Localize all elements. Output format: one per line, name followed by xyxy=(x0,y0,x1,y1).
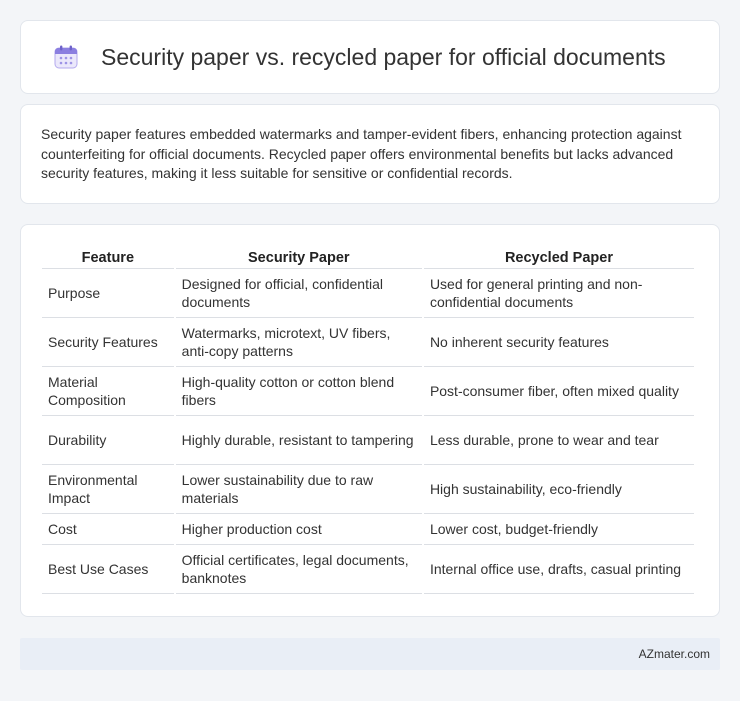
row-recycled-value: Lower cost, budget-friendly xyxy=(423,514,694,545)
row-security-value: Designed for official, confidential docu… xyxy=(175,269,422,318)
table-row: Cost Higher production cost Lower cost, … xyxy=(42,514,694,545)
row-security-value: Higher production cost xyxy=(175,514,422,545)
header-recycled-paper: Recycled Paper xyxy=(423,245,694,269)
table-header-row: Feature Security Paper Recycled Paper xyxy=(42,245,694,269)
row-recycled-value: High sustainability, eco-friendly xyxy=(423,465,694,514)
footer-brand: AZmater.com xyxy=(638,647,710,661)
table-row: Purpose Designed for official, confident… xyxy=(42,269,694,318)
row-recycled-value: No inherent security features xyxy=(423,318,694,367)
calendar-icon xyxy=(53,44,79,70)
row-security-value: Watermarks, microtext, UV fibers, anti-c… xyxy=(175,318,422,367)
page-title: Security paper vs. recycled paper for of… xyxy=(101,43,666,70)
summary-card: Security paper features embedded waterma… xyxy=(20,104,720,204)
footer: AZmater.com xyxy=(20,638,720,670)
row-recycled-value: Used for general printing and non-confid… xyxy=(423,269,694,318)
row-security-value: Highly durable, resistant to tampering xyxy=(175,416,422,465)
row-recycled-value: Less durable, prone to wear and tear xyxy=(423,416,694,465)
header-feature: Feature xyxy=(42,245,174,269)
comparison-table-card: Feature Security Paper Recycled Paper Pu… xyxy=(20,224,720,617)
row-feature: Material Composition xyxy=(42,367,174,416)
row-recycled-value: Internal office use, drafts, casual prin… xyxy=(423,545,694,594)
row-feature: Security Features xyxy=(42,318,174,367)
row-recycled-value: Post-consumer fiber, often mixed quality xyxy=(423,367,694,416)
row-feature: Cost xyxy=(42,514,174,545)
row-feature: Purpose xyxy=(42,269,174,318)
comparison-table: Feature Security Paper Recycled Paper Pu… xyxy=(40,245,696,594)
row-security-value: Lower sustainability due to raw material… xyxy=(175,465,422,514)
row-security-value: Official certificates, legal documents, … xyxy=(175,545,422,594)
header-security-paper: Security Paper xyxy=(175,245,422,269)
table-row: Environmental Impact Lower sustainabilit… xyxy=(42,465,694,514)
table-row: Durability Highly durable, resistant to … xyxy=(42,416,694,465)
row-feature: Environmental Impact xyxy=(42,465,174,514)
summary-text: Security paper features embedded waterma… xyxy=(41,126,682,181)
row-feature: Durability xyxy=(42,416,174,465)
table-row: Security Features Watermarks, microtext,… xyxy=(42,318,694,367)
row-feature: Best Use Cases xyxy=(42,545,174,594)
title-card: Security paper vs. recycled paper for of… xyxy=(20,20,720,94)
table-row: Material Composition High-quality cotton… xyxy=(42,367,694,416)
row-security-value: High-quality cotton or cotton blend fibe… xyxy=(175,367,422,416)
table-row: Best Use Cases Official certificates, le… xyxy=(42,545,694,594)
